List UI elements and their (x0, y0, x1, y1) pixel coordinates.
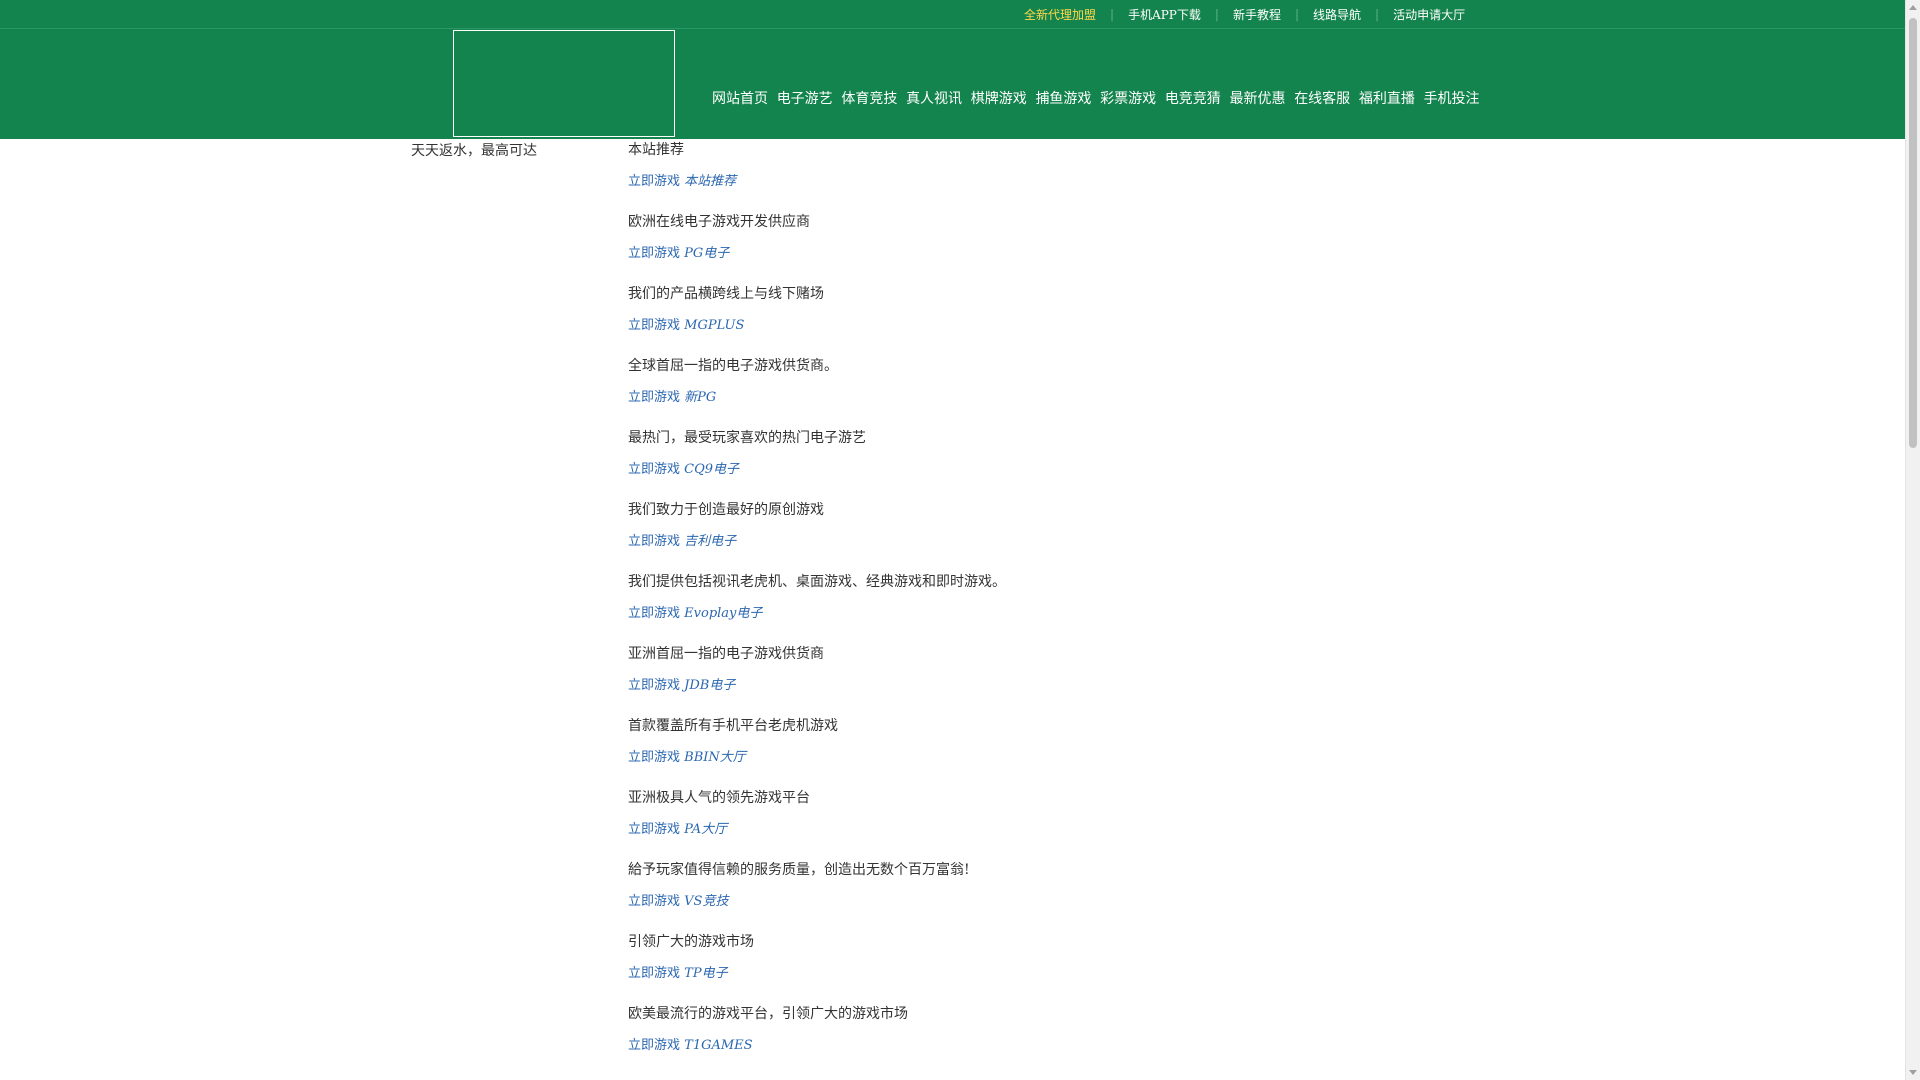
game-description: 亚洲首屈一指的电子游戏供货商 (628, 646, 824, 662)
game-description: 欧洲在线电子游戏开发供应商 (628, 214, 810, 230)
nav-item[interactable]: 真人视讯 (906, 88, 962, 112)
game-description: 我们致力于创造最好的原创游戏 (628, 502, 824, 518)
play-link-prefix: 立即游戏 (628, 750, 681, 765)
play-game-link[interactable]: 立即游戏 MGPLUS (628, 315, 1428, 336)
play-game-link[interactable]: 立即游戏 PA大厅 (628, 819, 1428, 840)
game-description: 全球首屈一指的电子游戏供货商。 (628, 358, 838, 374)
game-name: 新PG (684, 390, 717, 405)
nav-item[interactable]: 网站首页 (712, 88, 768, 112)
nav-item[interactable]: 捕鱼游戏 (1035, 88, 1091, 112)
play-link-prefix: 立即游戏 (628, 678, 681, 693)
play-game-link[interactable]: 立即游戏 本站推荐 (628, 171, 1428, 192)
nav-item[interactable]: 彩票游戏 (1100, 88, 1156, 112)
game-description: 給予玩家值得信赖的服务质量，创造出无数个百万富翁! (628, 862, 970, 878)
site-header: 全新代理加盟 | 手机APP下载 | 新手教程 | 线路导航 | 活动申请大厅 网站首页 电子游艺… (0, 0, 1905, 139)
play-link-prefix: 立即游戏 (628, 390, 681, 405)
play-game-link[interactable]: 立即游戏 JDB电子 (628, 675, 1428, 696)
play-link-prefix: 立即游戏 (628, 462, 681, 477)
top-link[interactable]: 全新代理加盟 (1024, 6, 1096, 23)
nav-item[interactable]: 福利直播 (1359, 88, 1415, 112)
play-link-prefix: 立即游戏 (628, 174, 681, 189)
game-name: TP电子 (684, 966, 728, 981)
game-description: 引领广大的游戏市场 (628, 934, 754, 950)
play-link-prefix: 立即游戏 (628, 894, 681, 909)
game-list: 本站推荐 立即游戏 本站推荐 欧洲在线电子游戏开发供应商 立即游戏 PG电子 我们的产… (628, 140, 1428, 1056)
play-game-link[interactable]: 立即游戏 PG电子 (628, 243, 1428, 264)
game-description: 我们提供包括视讯老虎机、桌面游戏、经典游戏和即时游戏。 (628, 574, 1006, 590)
game-name: 本站推荐 (684, 174, 737, 189)
play-game-link[interactable]: 立即游戏 新PG (628, 387, 1428, 408)
nav-item[interactable]: 在线客服 (1294, 88, 1350, 112)
rebate-promo-text: 天天返水，最高可达 (411, 143, 537, 159)
game-name: Evoplay电子 (684, 606, 763, 621)
nav-item[interactable]: 最新优惠 (1230, 88, 1286, 112)
top-link-separator: | (1294, 7, 1299, 21)
top-link-separator: | (1214, 7, 1219, 21)
vertical-scrollbar[interactable] (1905, 0, 1920, 1080)
play-game-link[interactable]: 立即游戏 吉利电子 (628, 531, 1428, 552)
game-name: VS竞技 (684, 894, 729, 909)
top-links: 全新代理加盟 | 手机APP下载 | 新手教程 | 线路导航 | 活动申请大厅 (1024, 0, 1465, 28)
play-link-prefix: 立即游戏 (628, 606, 681, 621)
game-description: 欧美最流行的游戏平台，引领广大的游戏市场 (628, 1006, 908, 1022)
top-bar: 全新代理加盟 | 手机APP下载 | 新手教程 | 线路导航 | 活动申请大厅 (0, 0, 1905, 29)
game-name: BBIN大厅 (684, 750, 746, 765)
play-link-prefix: 立即游戏 (628, 318, 681, 333)
featured-title: 本站推荐 (628, 142, 684, 158)
nav-item[interactable]: 电竞竞猜 (1165, 88, 1221, 112)
nav-item[interactable]: 电子游艺 (777, 88, 833, 112)
top-link[interactable]: 新手教程 (1233, 6, 1281, 23)
top-link-separator: | (1375, 7, 1380, 21)
game-description: 亚洲极具人气的领先游戏平台 (628, 790, 810, 806)
game-name: MGPLUS (684, 318, 745, 333)
site-logo[interactable] (453, 30, 675, 137)
game-name: 吉利电子 (684, 534, 737, 549)
scroll-up-arrow-icon[interactable] (1909, 5, 1917, 10)
main-nav: 网站首页 电子游艺 体育竞技 真人视讯 棋牌游戏 捕鱼游戏 彩票游戏 电竞竞猜 最新优惠 在线客服… (712, 88, 1488, 112)
game-description: 我们的产品横跨线上与线下赌场 (628, 286, 824, 302)
game-name: PA大厅 (684, 822, 728, 837)
scroll-down-arrow-icon[interactable] (1909, 1070, 1917, 1075)
page: 全新代理加盟 | 手机APP下载 | 新手教程 | 线路导航 | 活动申请大厅 网站首页 电子游艺… (0, 0, 1920, 1080)
play-link-prefix: 立即游戏 (628, 966, 681, 981)
play-game-link[interactable]: 立即游戏 CQ9电子 (628, 459, 1428, 480)
nav-item[interactable]: 体育竞技 (841, 88, 897, 112)
top-link[interactable]: 活动申请大厅 (1393, 6, 1465, 23)
play-game-link[interactable]: 立即游戏 TP电子 (628, 963, 1428, 984)
play-link-prefix: 立即游戏 (628, 822, 681, 837)
play-link-prefix: 立即游戏 (628, 534, 681, 549)
game-name: PG电子 (684, 246, 730, 261)
play-link-prefix: 立即游戏 (628, 1038, 681, 1053)
game-description: 最热门，最受玩家喜欢的热门电子游艺 (628, 430, 866, 446)
play-link-prefix: 立即游戏 (628, 246, 681, 261)
scrollbar-thumb[interactable] (1909, 18, 1917, 448)
game-name: T1GAMES (684, 1038, 753, 1053)
play-game-link[interactable]: 立即游戏 T1GAMES (628, 1035, 1428, 1056)
top-link[interactable]: 手机APP下载 (1128, 6, 1201, 23)
top-link[interactable]: 线路导航 (1313, 6, 1361, 23)
play-game-link[interactable]: 立即游戏 Evoplay电子 (628, 603, 1428, 624)
play-game-link[interactable]: 立即游戏 BBIN大厅 (628, 747, 1428, 768)
nav-item[interactable]: 手机投注 (1424, 88, 1480, 112)
game-name: CQ9电子 (684, 462, 740, 477)
top-link-separator: | (1110, 7, 1115, 21)
game-name: JDB电子 (684, 678, 736, 693)
play-game-link[interactable]: 立即游戏 VS竞技 (628, 891, 1428, 912)
nav-item[interactable]: 棋牌游戏 (971, 88, 1027, 112)
game-description: 首款覆盖所有手机平台老虎机游戏 (628, 718, 838, 734)
